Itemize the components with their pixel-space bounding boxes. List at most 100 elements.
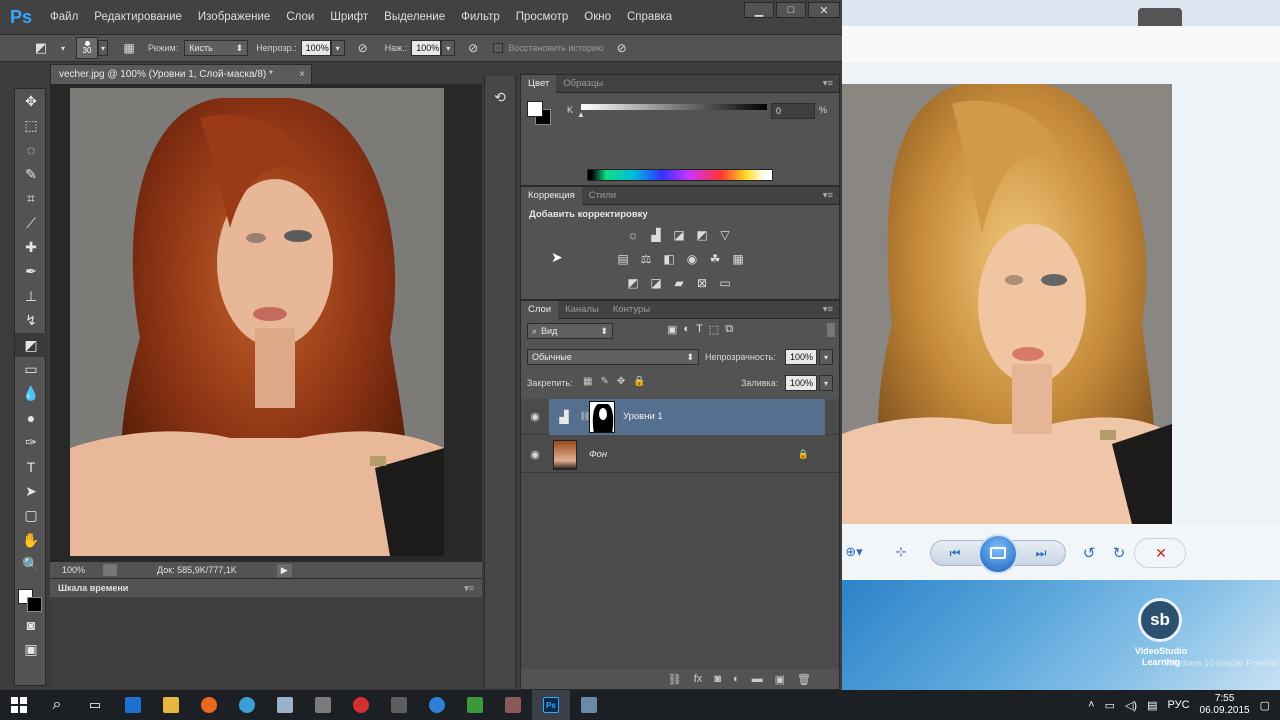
document-tab[interactable]: vecher.jpg @ 100% (Уровни 1, Слой-маска/… xyxy=(50,64,312,84)
menu-image[interactable]: Изображение xyxy=(190,11,278,23)
tab-adjustments[interactable]: Коррекция xyxy=(521,186,582,205)
taskbar-app-1[interactable] xyxy=(114,690,152,720)
gradient-tool-icon[interactable]: ▭ xyxy=(15,357,47,381)
slider-thumb-icon[interactable]: ▲ xyxy=(577,110,585,119)
taskbar-app-11[interactable] xyxy=(494,690,532,720)
type-tool-icon[interactable]: T xyxy=(15,455,47,479)
next-icon[interactable]: ⏭ xyxy=(1026,542,1056,564)
zoom-tool-icon[interactable]: 🔍 xyxy=(15,552,47,576)
k-value-input[interactable]: 0 xyxy=(771,103,815,119)
airbrush-icon[interactable]: ⊘ xyxy=(461,41,485,55)
menu-select[interactable]: Выделение xyxy=(376,11,453,23)
brush-preview[interactable]: 30 xyxy=(76,37,98,59)
tab-styles[interactable]: Стили xyxy=(582,187,623,205)
opacity-input[interactable]: 100% xyxy=(300,40,331,56)
search-icon[interactable]: ⌕ xyxy=(38,690,76,720)
panel-menu-icon[interactable]: ▾≡ xyxy=(464,583,474,594)
taskbar-photoshop[interactable]: Ps xyxy=(532,690,570,720)
vibrance-icon[interactable]: ▤ xyxy=(613,251,633,267)
adjustments-menu-icon[interactable]: ▾≡ xyxy=(823,190,833,201)
task-view-icon[interactable]: ▭ xyxy=(76,690,114,720)
layer-row-selected[interactable]: ▟ ⛓ Уровни 1 xyxy=(549,398,825,435)
menu-window[interactable]: Окно xyxy=(576,11,619,23)
new-group-icon[interactable]: ▬ xyxy=(752,673,763,685)
hand-tool-icon[interactable]: ✋ xyxy=(15,528,47,552)
visibility-eye-icon[interactable]: ◉ xyxy=(521,399,549,435)
maximize-button[interactable]: □ xyxy=(776,2,806,18)
rotate-right-icon[interactable]: ↻ xyxy=(1108,542,1130,564)
eraser-tool-button-icon[interactable]: ◩ xyxy=(15,332,47,358)
layer-opacity-dropdown[interactable]: ▾ xyxy=(819,349,833,365)
mask-link-icon[interactable]: ⛓ xyxy=(579,411,590,422)
blend-mode-select[interactable]: Обычные ⬍ xyxy=(527,349,699,365)
selective-color-icon[interactable]: ⊠ xyxy=(692,275,712,291)
tablet-size-icon[interactable]: ⊘ xyxy=(610,41,634,55)
filter-smart-icon[interactable]: ⧉ xyxy=(725,323,733,336)
zoom-level[interactable]: 100% xyxy=(62,565,85,575)
history-panel-icon[interactable]: ⟲ xyxy=(485,82,515,112)
lock-transparent-icon[interactable]: ▦ xyxy=(583,376,592,387)
menu-filter[interactable]: Фильтр xyxy=(453,11,508,23)
restore-history-checkbox[interactable] xyxy=(493,43,504,53)
input-language[interactable]: РУС xyxy=(1168,699,1190,711)
zoom-icon[interactable]: ⊕▾ xyxy=(842,542,866,562)
timeline-title[interactable]: Шкала времени xyxy=(58,583,128,593)
mode-select[interactable]: Кисть ⬍ xyxy=(184,40,249,56)
eraser-tool-icon[interactable]: ◩ xyxy=(24,35,58,61)
layer-row[interactable]: ◉ Фон 🔒 xyxy=(521,437,839,473)
history-brush-tool-icon[interactable]: ↯ xyxy=(15,309,47,333)
eyedropper-tool-icon[interactable]: ⟋ xyxy=(15,211,47,235)
taskbar-app-13[interactable] xyxy=(570,690,608,720)
brush-size-dropdown[interactable]: ▾ xyxy=(98,40,108,56)
dodge-tool-icon[interactable]: ● xyxy=(15,406,47,430)
taskbar-app-9[interactable] xyxy=(418,690,456,720)
link-layers-icon[interactable]: ⛓ xyxy=(668,673,682,686)
fill-dropdown[interactable]: ▾ xyxy=(819,375,833,391)
layer-mask-thumbnail[interactable] xyxy=(589,400,615,433)
gradient-triangle-icon[interactable]: ▽ xyxy=(715,227,735,243)
menu-layers[interactable]: Слои xyxy=(278,11,322,23)
filter-shape-icon[interactable]: ⬚ xyxy=(709,323,719,336)
quick-mask-icon[interactable]: ◙ xyxy=(15,613,47,637)
action-center-icon[interactable]: ▢ xyxy=(1260,699,1270,712)
tool-preset-dropdown[interactable]: ▾ xyxy=(58,40,68,56)
menu-file[interactable]: Файл xyxy=(42,11,86,23)
actual-size-icon[interactable]: ⊹ xyxy=(890,542,912,562)
clock[interactable]: 7:55 06.09.2015 xyxy=(1200,693,1250,717)
previous-icon[interactable]: ⏮ xyxy=(940,542,970,564)
invert-icon[interactable]: ◩ xyxy=(623,275,643,291)
pressure-dropdown[interactable]: ▾ xyxy=(441,40,456,56)
color-spectrum[interactable] xyxy=(587,169,773,181)
add-mask-icon[interactable]: ◙ xyxy=(714,673,721,685)
lock-all-icon[interactable]: 🔒 xyxy=(633,376,645,387)
brush-panel-icon[interactable]: ▦ xyxy=(118,41,140,55)
layer-opacity-input[interactable]: 100% xyxy=(785,349,817,365)
taskbar-app-8[interactable] xyxy=(380,690,418,720)
taskbar-app-2[interactable] xyxy=(152,690,190,720)
tab-color[interactable]: Цвет xyxy=(521,74,557,93)
path-select-tool-icon[interactable]: ➤ xyxy=(15,479,47,503)
document-photo[interactable] xyxy=(70,88,444,556)
lock-position-icon[interactable]: ✥ xyxy=(617,376,625,387)
taskbar-app-5[interactable] xyxy=(266,690,304,720)
photo-filter-icon[interactable]: ◉ xyxy=(682,251,702,267)
taskbar-app-3[interactable] xyxy=(190,690,228,720)
lock-paint-icon[interactable]: ✎ xyxy=(600,376,608,387)
viewer-photo[interactable] xyxy=(842,84,1172,524)
pen-tool-icon[interactable]: ✑ xyxy=(15,430,47,454)
color-lookup-icon[interactable]: ▦ xyxy=(728,251,748,267)
layers-menu-icon[interactable]: ▾≡ xyxy=(823,304,833,315)
new-adjustment-icon[interactable]: ◐ xyxy=(733,673,740,685)
background-color-swatch[interactable] xyxy=(27,596,42,612)
notification-icon[interactable]: ▤ xyxy=(1147,699,1157,712)
tablet-opacity-icon[interactable]: ⊘ xyxy=(351,41,375,55)
layer-name[interactable]: Фон xyxy=(589,449,607,460)
stamp-tool-icon[interactable]: ⊥ xyxy=(15,284,47,308)
levels-icon[interactable]: ▟ xyxy=(646,227,666,243)
minimize-button[interactable]: ▁ xyxy=(744,2,774,18)
document-close-icon[interactable]: × xyxy=(299,69,305,80)
posterize-icon[interactable]: ◪ xyxy=(646,275,666,291)
brightness-icon[interactable]: ☼ xyxy=(623,227,643,243)
start-button[interactable] xyxy=(0,690,38,720)
tab-layers[interactable]: Слои xyxy=(521,300,559,319)
